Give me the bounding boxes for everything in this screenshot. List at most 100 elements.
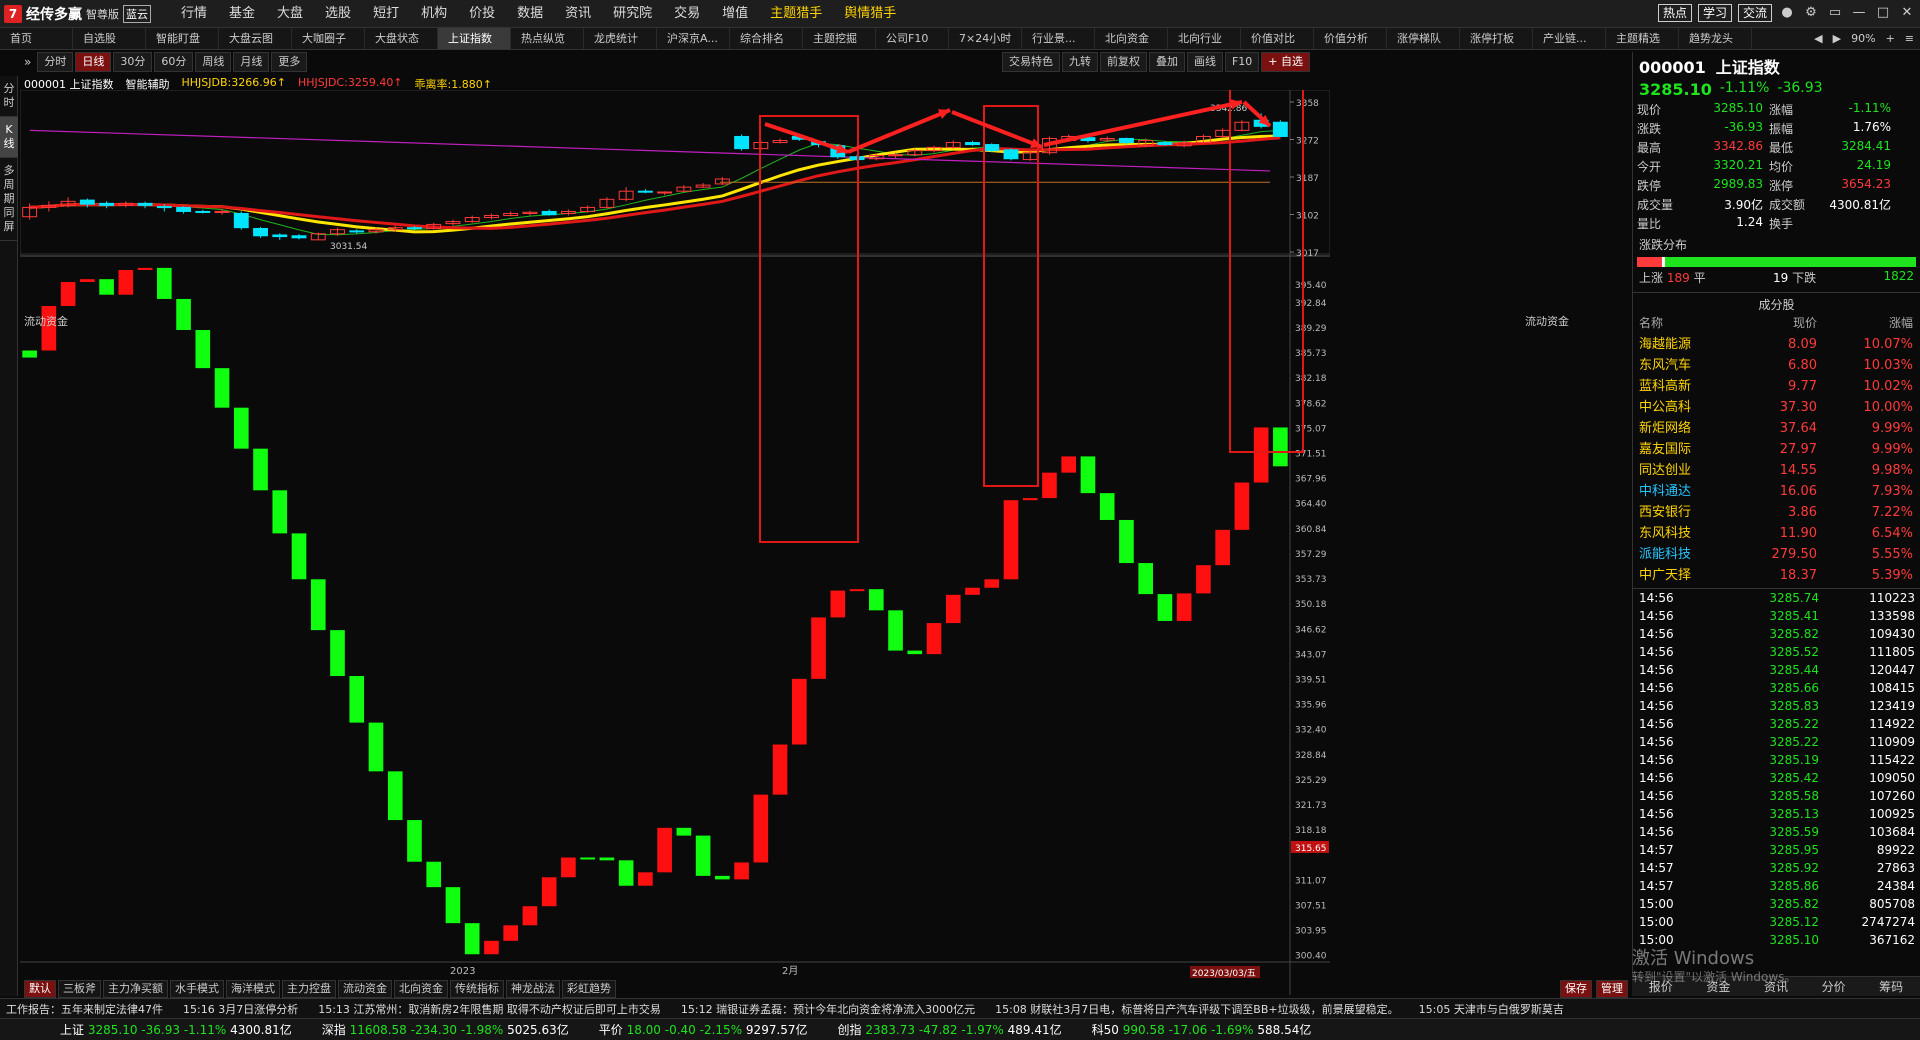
indicator-tab[interactable]: 神龙战法 <box>506 980 560 998</box>
indicator-tab[interactable]: 主力控盘 <box>282 980 336 998</box>
indicator-tab[interactable]: 默认 <box>24 980 56 998</box>
skin-icon[interactable]: ▭ <box>1826 4 1844 22</box>
menu-item[interactable]: 价投 <box>458 0 506 28</box>
constituent-row[interactable]: 中科通达 16.06 7.93% <box>1633 481 1920 502</box>
constituent-row[interactable]: 中广天择 18.37 5.39% <box>1633 565 1920 586</box>
news-item[interactable]: 15:08 财联社3月7日电，标普将日产汽车评级下调至BB+垃圾级，前景展望稳定… <box>995 1001 1399 1017</box>
constituent-row[interactable]: 嘉友国际 27.97 9.99% <box>1633 439 1920 460</box>
indicator-tool-button[interactable]: 管理 <box>1596 980 1628 998</box>
period-button[interactable]: 月线 <box>233 52 270 72</box>
indicator-tool-button[interactable]: 保存 <box>1560 980 1592 998</box>
tab-item[interactable]: 公司F10 <box>876 28 949 49</box>
tab-item[interactable]: 首页 <box>0 28 73 49</box>
news-item[interactable]: 15:12 瑞银证券孟磊：预计今年北向资金将净流入3000亿元 <box>681 1001 975 1017</box>
period-button[interactable]: 30分 <box>113 52 153 72</box>
maximize-icon[interactable]: □ <box>1874 4 1892 22</box>
nav-forward-icon[interactable]: ▶ <box>1833 32 1841 45</box>
constituent-row[interactable]: 西安银行 3.86 7.22% <box>1633 502 1920 523</box>
zoom-level[interactable]: 90% <box>1851 32 1875 45</box>
tab-item[interactable]: 北向资金 <box>1095 28 1168 49</box>
smart-assist[interactable]: 智能辅助 <box>126 76 170 91</box>
period-tool-button[interactable]: 前复权 <box>1099 52 1147 72</box>
indicator-tab[interactable]: 北向资金 <box>394 980 448 998</box>
left-tab[interactable]: K线 <box>0 117 18 158</box>
index-item[interactable]: 科50 990.58 -17.06 -1.69% 588.54亿 <box>1092 1021 1312 1038</box>
indicator-tab[interactable]: 三板斧 <box>58 980 101 998</box>
tab-item[interactable]: 自选股 <box>73 28 146 49</box>
menu-item[interactable]: 行情 <box>170 0 218 28</box>
tab-item[interactable]: 综合排名 <box>730 28 803 49</box>
indicator-tab[interactable]: 传统指标 <box>450 980 504 998</box>
tab-item[interactable]: 北向行业 <box>1168 28 1241 49</box>
news-item[interactable]: 15:13 江苏常州：取消新房2年限售期 取得不动产权证后即可上市交易 <box>318 1001 661 1017</box>
period-tool-button[interactable]: 九转 <box>1061 52 1098 72</box>
tab-item[interactable]: 价值分析 <box>1314 28 1387 49</box>
close-icon[interactable]: ✕ <box>1898 4 1916 22</box>
list-icon[interactable]: ≡ <box>1905 32 1914 45</box>
menu-item[interactable]: 研究院 <box>602 0 663 28</box>
left-tab[interactable]: 分时 <box>0 76 18 117</box>
menu-item[interactable]: 舆情猎手 <box>833 0 907 28</box>
tab-item[interactable]: 大盘状态 <box>365 28 438 49</box>
constituent-row[interactable]: 海越能源 8.09 10.07% <box>1633 334 1920 355</box>
index-item[interactable]: 深指 11608.58 -234.30 -1.98% 5025.63亿 <box>322 1021 569 1038</box>
period-button[interactable]: 60分 <box>154 52 194 72</box>
period-button[interactable]: 分时 <box>37 52 74 72</box>
quote-panel-tab[interactable]: 筹码 <box>1879 978 1903 995</box>
learn-button[interactable]: 学习 <box>1697 4 1732 22</box>
tab-item[interactable]: 大咖圈子 <box>292 28 365 49</box>
hot-button[interactable]: 热点 <box>1657 4 1692 22</box>
indicator-tab[interactable]: 主力净买额 <box>103 980 168 998</box>
constituent-row[interactable]: 东风科技 11.90 6.54% <box>1633 523 1920 544</box>
menu-item[interactable]: 主题猎手 <box>759 0 833 28</box>
tab-item[interactable]: 沪深京A... <box>657 28 730 49</box>
constituent-row[interactable]: 新炬网络 37.64 9.99% <box>1633 418 1920 439</box>
news-item[interactable]: 15:16 3月7日涨停分析 <box>183 1001 298 1017</box>
period-tool-button[interactable]: 叠加 <box>1148 52 1185 72</box>
index-item[interactable]: 上证 3285.10 -36.93 -1.11% 4300.81亿 <box>60 1021 292 1038</box>
price-and-fund-chart[interactable]: 335832723187310230173031.543342.86395.40… <box>20 90 1330 995</box>
constituent-row[interactable]: 派能科技 279.50 5.55% <box>1633 544 1920 565</box>
period-tool-button[interactable]: 交易特色 <box>1001 52 1060 72</box>
tab-item[interactable]: 价值对比 <box>1241 28 1314 49</box>
tab-item[interactable]: 7×24小时 <box>949 28 1022 49</box>
tab-item[interactable]: 智能盯盘 <box>146 28 219 49</box>
tab-item[interactable]: 主题精选 <box>1606 28 1679 49</box>
tab-item[interactable]: 行业景... <box>1022 28 1095 49</box>
menu-item[interactable]: 基金 <box>218 0 266 28</box>
menu-item[interactable]: 选股 <box>314 0 362 28</box>
constituent-row[interactable]: 东风汽车 6.80 10.03% <box>1633 355 1920 376</box>
news-item[interactable]: 工作报告：五年来制定法律47件 <box>6 1001 163 1017</box>
menu-item[interactable]: 短打 <box>362 0 410 28</box>
constituent-row[interactable]: 蓝科高新 9.77 10.02% <box>1633 376 1920 397</box>
period-tool-button[interactable]: F10 <box>1224 52 1260 72</box>
add-icon[interactable]: + <box>1886 32 1895 45</box>
tab-item[interactable]: 涨停梯队 <box>1387 28 1460 49</box>
indicator-tab[interactable]: 彩虹趋势 <box>562 980 616 998</box>
period-button[interactable]: 更多 <box>271 52 308 72</box>
user-icon[interactable]: ● <box>1778 4 1796 22</box>
news-item[interactable]: 15:05 天津市与白俄罗斯莫吉 <box>1419 1001 1564 1017</box>
tab-item[interactable]: 趋势龙头 <box>1679 28 1752 49</box>
tab-item[interactable]: 涨停打板 <box>1460 28 1533 49</box>
indicator-tab[interactable]: 海洋模式 <box>226 980 280 998</box>
settings-icon[interactable]: ⚙ <box>1802 4 1820 22</box>
menu-item[interactable]: 机构 <box>410 0 458 28</box>
tab-item[interactable]: 产业链... <box>1533 28 1606 49</box>
exchange-button[interactable]: 交流 <box>1737 4 1772 22</box>
menu-item[interactable]: 资讯 <box>554 0 602 28</box>
tab-item[interactable]: 主题挖掘 <box>803 28 876 49</box>
tab-item[interactable]: 大盘云图 <box>219 28 292 49</box>
menu-item[interactable]: 大盘 <box>266 0 314 28</box>
quote-panel-tab[interactable]: 分价 <box>1822 978 1846 995</box>
indicator-tab[interactable]: 流动资金 <box>338 980 392 998</box>
minimize-icon[interactable]: — <box>1850 4 1868 22</box>
constituent-row[interactable]: 中公高科 37.30 10.00% <box>1633 397 1920 418</box>
index-item[interactable]: 创指 2383.73 -47.82 -1.97% 489.41亿 <box>838 1021 1062 1038</box>
period-button[interactable]: 日线 <box>75 52 112 72</box>
tab-item[interactable]: 热点纵览 <box>511 28 584 49</box>
tab-item[interactable]: 上证指数 <box>438 28 511 49</box>
tab-item[interactable]: 龙虎统计 <box>584 28 657 49</box>
indicator-tab[interactable]: 水手模式 <box>170 980 224 998</box>
period-tool-button[interactable]: + 自选 <box>1261 52 1310 72</box>
